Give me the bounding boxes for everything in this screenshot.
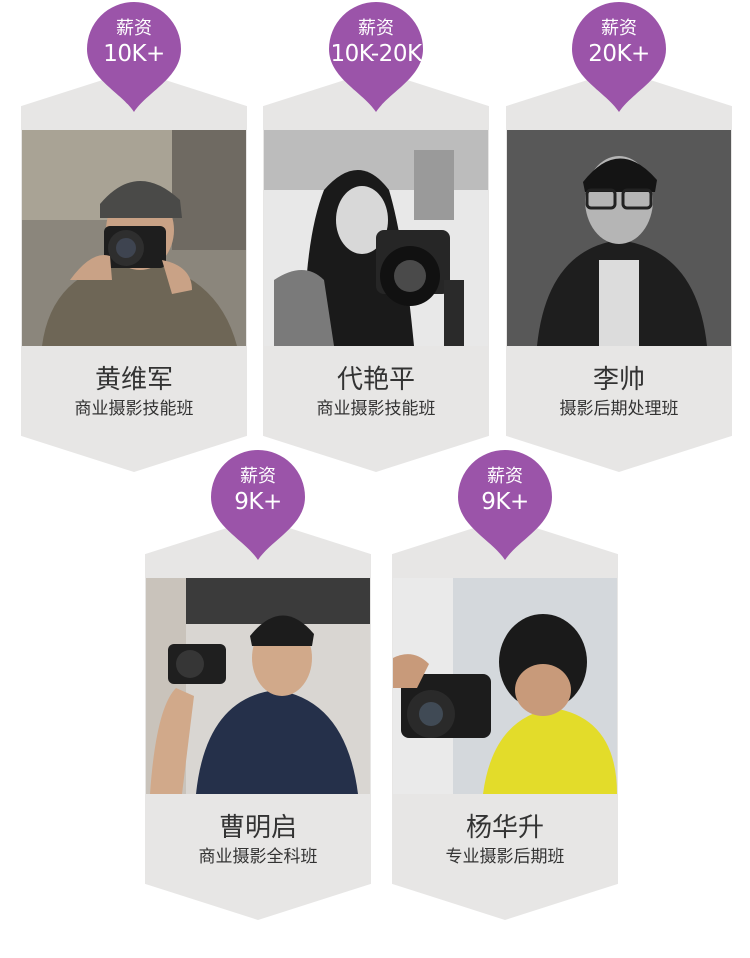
student-name: 曹明启 <box>218 813 297 843</box>
course-name: 商业摄影技能班 <box>316 399 436 419</box>
photographer-photo <box>146 578 370 794</box>
salary-badge: 薪资 9K+ <box>456 448 554 560</box>
salary-label: 薪资 <box>358 18 394 39</box>
salary-badge: 薪资 9K+ <box>209 448 307 560</box>
salary-badge: 薪资 10K-20K <box>327 0 425 112</box>
salary-amount: 20K+ <box>588 41 650 67</box>
student-card-1: 薪资 10K+ 黄维军 商业摄影技能班 <box>21 0 247 472</box>
course-name: 摄影后期处理班 <box>559 399 679 419</box>
course-name: 商业摄影全科班 <box>198 847 318 867</box>
salary-label: 薪资 <box>240 466 276 487</box>
student-photo <box>22 130 246 346</box>
photographer-photo <box>507 130 731 346</box>
student-card-2: 薪资 10K-20K 代艳平 商业摄影技能班 <box>263 0 489 472</box>
student-name: 黄维军 <box>94 365 173 395</box>
photographer-photo <box>264 130 488 346</box>
photographer-photo <box>22 130 246 346</box>
student-photo <box>264 130 488 346</box>
salary-amount: 10K-20K <box>330 41 422 67</box>
course-name: 商业摄影技能班 <box>74 399 194 419</box>
salary-badge: 薪资 10K+ <box>85 0 183 112</box>
course-name: 专业摄影后期班 <box>445 847 565 867</box>
salary-badge: 薪资 20K+ <box>570 0 668 112</box>
student-card-4: 薪资 9K+ 曹明启 商业摄影全科班 <box>145 448 371 920</box>
salary-amount: 9K+ <box>234 489 282 515</box>
student-card-3: 薪资 20K+ 李帅 摄影后期处理班 <box>506 0 732 472</box>
salary-label: 薪资 <box>601 18 637 39</box>
salary-label: 薪资 <box>116 18 152 39</box>
salary-amount: 10K+ <box>103 41 165 67</box>
student-name: 李帅 <box>592 365 645 395</box>
student-name: 杨华升 <box>465 813 544 843</box>
student-name: 代艳平 <box>336 365 415 395</box>
student-photo <box>507 130 731 346</box>
student-photo <box>393 578 617 794</box>
salary-label: 薪资 <box>487 466 523 487</box>
salary-amount: 9K+ <box>481 489 529 515</box>
student-card-5: 薪资 9K+ 杨华升 专业摄影后期班 <box>392 448 618 920</box>
photographer-photo <box>393 578 617 794</box>
student-photo <box>146 578 370 794</box>
